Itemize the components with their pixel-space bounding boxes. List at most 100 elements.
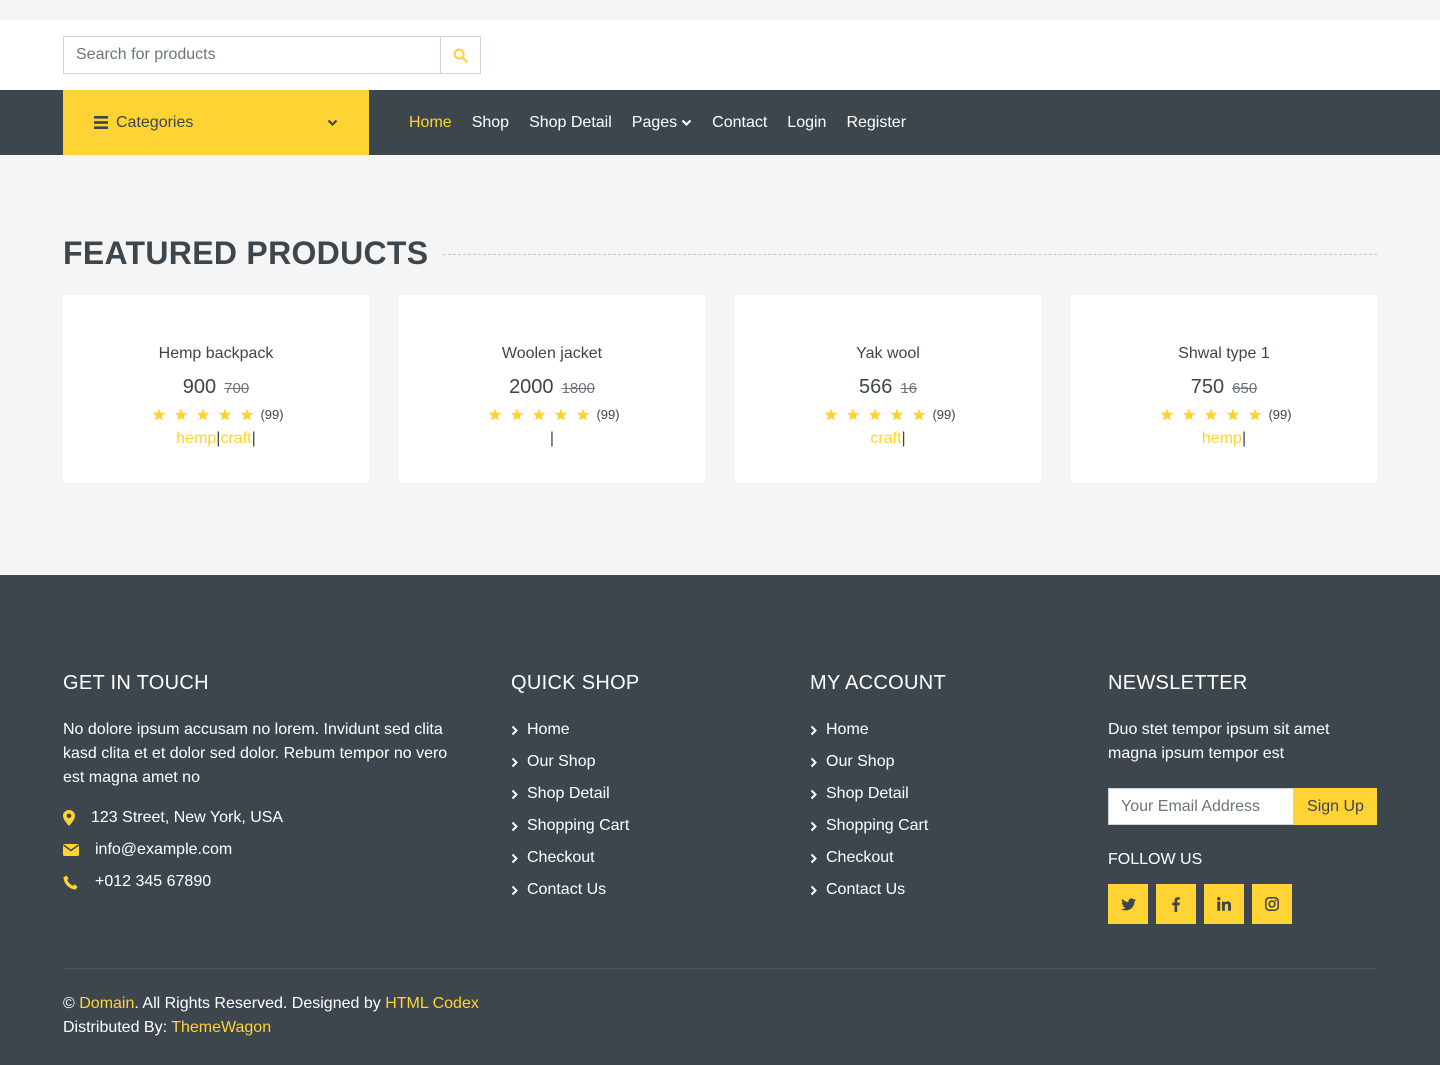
nav-contact[interactable]: Contact [712, 114, 767, 132]
nav-home[interactable]: Home [409, 114, 452, 132]
quick-shop-link[interactable]: Shopping Cart [511, 814, 771, 838]
newsletter-email-input[interactable] [1108, 788, 1294, 825]
star-rating [484, 408, 594, 421]
product-tag[interactable]: hemp [1202, 430, 1242, 447]
product-tags: | [549, 430, 555, 447]
distributed-label: Distributed By: [63, 1019, 168, 1036]
product-name[interactable]: Woolen jacket [399, 345, 705, 363]
star-icon [910, 408, 928, 421]
star-icon [530, 408, 548, 421]
star-icon [866, 408, 884, 421]
price-row: 566 16 [735, 376, 1041, 399]
nav-pages-label: Pages [631, 113, 678, 131]
sign-up-button[interactable]: Sign Up [1294, 788, 1377, 825]
distributor-link[interactable]: ThemeWagon [171, 1019, 271, 1036]
domain-link[interactable]: Domain [79, 995, 134, 1012]
my-account-link[interactable]: Our Shop [810, 750, 1070, 774]
instagram-icon [1265, 897, 1279, 911]
rating-row: (99) [735, 407, 1041, 422]
quick-shop-link[interactable]: Our Shop [511, 750, 771, 774]
footer-my-account: MY ACCOUNT Home Our Shop Shop Detail Shoppi… [810, 672, 1070, 910]
my-account-links: Home Our Shop Shop Detail Shopping Cart Chec… [810, 718, 1070, 902]
search-input[interactable] [63, 36, 440, 74]
nav-pages[interactable]: Pages [632, 114, 692, 132]
product-tag[interactable]: hemp [176, 430, 216, 447]
product-old-price: 650 [1232, 380, 1258, 397]
product-tags: craft| [870, 430, 906, 447]
search-button[interactable] [440, 36, 481, 74]
product-old-price: 16 [900, 380, 918, 397]
product-tag[interactable]: craft [220, 430, 251, 447]
nav-shop[interactable]: Shop [472, 114, 509, 132]
categories-dropdown[interactable]: Categories [63, 90, 369, 155]
footer-newsletter: NEWSLETTER Duo stet tempor ipsum sit ame… [1108, 672, 1377, 924]
quick-shop-link[interactable]: Checkout [511, 846, 771, 870]
review-count: (99) [260, 407, 284, 422]
quick-shop-link[interactable]: Shop Detail [511, 782, 771, 806]
product-name[interactable]: Yak wool [735, 345, 1041, 363]
search-icon [453, 48, 468, 63]
star-icon [888, 408, 906, 421]
categories-label: Categories [116, 113, 194, 131]
follow-us-label: FOLLOW US [1108, 851, 1203, 868]
star-icon [574, 408, 592, 421]
get-in-touch-title: GET IN TOUCH [63, 672, 209, 694]
my-account-link[interactable]: Checkout [810, 846, 1070, 870]
product-old-price: 700 [224, 380, 250, 397]
star-icon [822, 408, 840, 421]
star-icon [150, 408, 168, 421]
star-icon [172, 408, 190, 421]
product-tag[interactable]: craft [870, 430, 901, 447]
product-tags: hemp|craft| [176, 430, 256, 447]
chevron-right-icon [810, 725, 826, 736]
linkedin-button[interactable] [1204, 884, 1244, 924]
rating-row: (99) [1071, 407, 1377, 422]
copyright-symbol: © [63, 995, 75, 1012]
navbar: Categories Home Shop Shop Detail Pages C… [0, 90, 1440, 155]
my-account-link-label: Home [826, 721, 869, 738]
product-price: 750 [1190, 376, 1225, 398]
my-account-link[interactable]: Contact Us [810, 878, 1070, 902]
quick-shop-link[interactable]: Contact Us [511, 878, 771, 902]
chevron-right-icon [511, 885, 527, 896]
instagram-button[interactable] [1252, 884, 1292, 924]
twitter-button[interactable] [1108, 884, 1148, 924]
nav-login[interactable]: Login [787, 114, 826, 132]
my-account-link[interactable]: Home [810, 718, 1070, 742]
chevron-down-icon [681, 119, 692, 126]
quick-shop-link[interactable]: Home [511, 718, 771, 742]
search-bar [0, 20, 1440, 90]
my-account-link[interactable]: Shopping Cart [810, 814, 1070, 838]
my-account-link-label: Shopping Cart [826, 817, 929, 834]
copyright-line: © Domain. All Rights Reserved. Designed … [63, 992, 479, 1016]
star-icon [238, 408, 256, 421]
quick-shop-links: Home Our Shop Shop Detail Shopping Cart Chec… [511, 718, 771, 902]
star-icon [1158, 408, 1176, 421]
get-in-touch-text: No dolore ipsum accusam no lorem. Invidu… [63, 721, 448, 786]
nav-shop-detail[interactable]: Shop Detail [529, 114, 612, 132]
product-card[interactable]: Woolen jacket 2000 1800 (99) | [399, 295, 705, 483]
quick-shop-link-label: Checkout [527, 849, 595, 866]
review-count: (99) [596, 407, 620, 422]
title-divider [443, 254, 1377, 255]
review-count: (99) [932, 407, 956, 422]
chevron-right-icon [511, 757, 527, 768]
my-account-link[interactable]: Shop Detail [810, 782, 1070, 806]
star-icon [552, 408, 570, 421]
linkedin-icon [1217, 897, 1231, 911]
envelope-icon [63, 844, 79, 856]
nav-register[interactable]: Register [846, 114, 906, 132]
copyright: © Domain. All Rights Reserved. Designed … [63, 992, 479, 1040]
distributed-line: Distributed By: ThemeWagon [63, 1016, 479, 1040]
product-card[interactable]: Shwal type 1 750 650 (99) hemp| [1071, 295, 1377, 483]
price-row: 2000 1800 [399, 376, 705, 399]
product-price: 566 [858, 376, 893, 398]
chevron-right-icon [511, 789, 527, 800]
facebook-button[interactable] [1156, 884, 1196, 924]
star-icon [508, 408, 526, 421]
product-card[interactable]: Hemp backpack 900 700 (99) hemp|craft| [63, 295, 369, 483]
designer-link[interactable]: HTML Codex [385, 995, 479, 1012]
product-name[interactable]: Hemp backpack [63, 345, 369, 363]
product-name[interactable]: Shwal type 1 [1071, 345, 1377, 363]
product-card[interactable]: Yak wool 566 16 (99) craft| [735, 295, 1041, 483]
